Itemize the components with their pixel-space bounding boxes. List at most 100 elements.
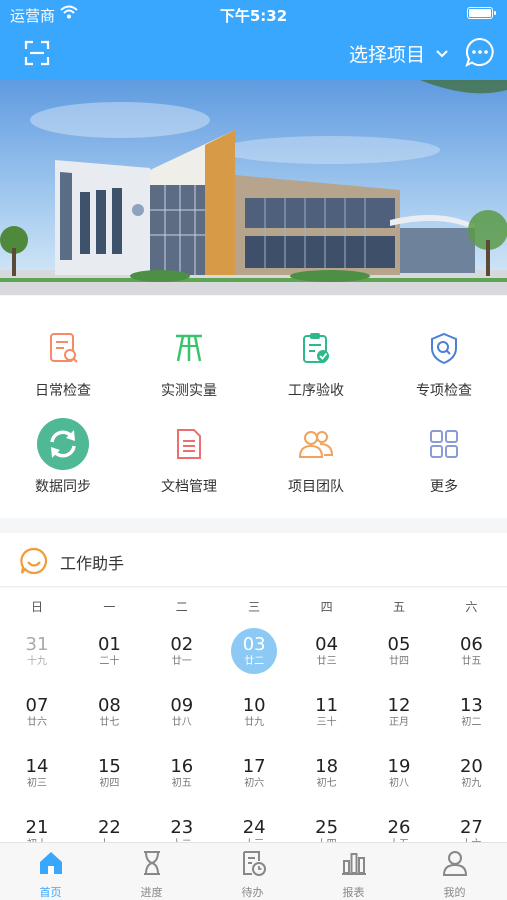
day-number: 19: [387, 756, 411, 777]
calendar-day-today[interactable]: 03 廿二: [218, 628, 290, 674]
report-icon: [341, 853, 366, 875]
day-number: 27: [459, 817, 483, 838]
calendar-day[interactable]: 15 初四: [73, 756, 145, 790]
tab-home[interactable]: 首页: [0, 849, 101, 900]
menu-sync[interactable]: 数据同步: [0, 418, 126, 496]
menu-documents[interactable]: 文档管理: [126, 418, 252, 496]
menu-label: 项目团队: [288, 479, 344, 495]
lunar-date: 廿六: [27, 717, 47, 728]
lunar-date: 廿七: [99, 717, 120, 728]
menu-special-check[interactable]: 专项检查: [381, 322, 507, 400]
lunar-date: 廿二: [244, 656, 265, 667]
day-number: 08: [97, 695, 121, 716]
tab-label: 进度: [140, 886, 163, 899]
menu-label: 实测实量: [161, 383, 217, 399]
team-icon: [298, 431, 334, 458]
project-select[interactable]: 选择项目: [349, 40, 449, 67]
weekday-label: 五: [392, 600, 405, 614]
tab-todo[interactable]: 待办: [202, 849, 303, 900]
calendar-day[interactable]: 11 三十: [291, 695, 363, 729]
lunar-date: 初七: [316, 778, 337, 789]
tab-label: 待办: [241, 886, 264, 899]
lunar-date: 正月: [389, 717, 409, 728]
lunar-date: 初八: [389, 778, 409, 789]
lunar-date: 三十: [316, 717, 337, 728]
menu-acceptance[interactable]: 工序验收: [253, 322, 379, 400]
menu-more[interactable]: 更多: [381, 418, 507, 496]
menu-team[interactable]: 项目团队: [253, 418, 379, 496]
calendar-day[interactable]: 08 廿七: [73, 695, 145, 729]
calendar-day[interactable]: 21初十: [1, 817, 73, 844]
day-number: 15: [97, 756, 121, 777]
calendar-day[interactable]: 24十三: [218, 817, 290, 844]
day-number: 03: [242, 634, 266, 655]
scan-icon[interactable]: [24, 40, 50, 66]
chevron-down-icon: [436, 49, 448, 57]
tab-label: 报表: [342, 886, 365, 899]
calendar-day[interactable]: 09 廿八: [146, 695, 218, 729]
work-assistant-title: 工作助手: [60, 554, 125, 573]
calendar-day[interactable]: 19 初八: [363, 756, 435, 790]
day-number: 31: [25, 634, 49, 655]
weekday-label: 一: [103, 600, 116, 614]
daily-check-icon: [50, 333, 78, 363]
calendar-day[interactable]: 27十六: [435, 817, 507, 844]
tab-profile[interactable]: 我的: [404, 849, 505, 900]
status-time: 下午5:32: [219, 7, 288, 25]
todo-icon: [242, 851, 266, 876]
calendar-day[interactable]: 02 廿一: [146, 634, 218, 668]
day-number: 04: [315, 634, 339, 655]
lunar-date: 十九: [27, 656, 47, 667]
calendar-day[interactable]: 20 初九: [435, 756, 507, 790]
day-number: 17: [242, 756, 266, 777]
calendar-day[interactable]: 18 初七: [291, 756, 363, 790]
project-banner-image[interactable]: [0, 80, 507, 295]
message-icon[interactable]: [465, 37, 495, 67]
lunar-date: 廿一: [171, 656, 192, 667]
calendar-day[interactable]: 22十一: [73, 817, 145, 844]
calendar-day[interactable]: 12 正月: [363, 695, 435, 729]
day-number: 20: [459, 756, 483, 777]
calendar-day[interactable]: 17 初六: [218, 756, 290, 790]
day-number: 22: [97, 817, 121, 838]
calendar-day[interactable]: 23十二: [146, 817, 218, 844]
calendar-day[interactable]: 05 廿四: [363, 634, 435, 668]
lunar-date: 初四: [99, 778, 120, 789]
lunar-date: 初六: [244, 778, 265, 789]
tab-report[interactable]: 报表: [303, 849, 404, 900]
calendar-day[interactable]: 16 初五: [146, 756, 218, 790]
calendar-day[interactable]: 26十五: [363, 817, 435, 844]
calendar-day[interactable]: 04 廿三: [291, 634, 363, 668]
status-bar: 运营商 下午5:32: [0, 0, 507, 28]
calendar-day[interactable]: 06 廿五: [435, 634, 507, 668]
calendar-day[interactable]: 14 初三: [1, 756, 73, 790]
day-number: 06: [459, 634, 483, 655]
calendar-day[interactable]: 01 二十: [73, 634, 145, 668]
tab-progress[interactable]: 进度: [101, 849, 202, 900]
lunar-date: 廿三: [316, 656, 337, 667]
day-number: 11: [315, 695, 339, 716]
lunar-date: 初九: [461, 778, 482, 789]
menu-daily-check[interactable]: 日常检查: [0, 322, 126, 400]
special-check-icon: [431, 332, 457, 365]
project-select-label: 选择项目: [348, 44, 425, 66]
menu-measure[interactable]: 实测实量: [126, 322, 252, 400]
day-number: 23: [170, 817, 194, 838]
weekday-label: 二: [175, 600, 188, 614]
day-number: 13: [459, 695, 483, 716]
work-assistant-header: 工作助手: [0, 533, 507, 587]
day-number: 10: [242, 695, 266, 716]
menu-label: 工序验收: [288, 383, 344, 399]
function-menu: 日常检查 实测实量 工序验收 专项检查 数据同步 文档管理 项目团队 更多: [0, 296, 507, 518]
day-number: 01: [97, 634, 121, 655]
weekday-label: 六: [465, 600, 478, 614]
calendar-day[interactable]: 31 十九: [1, 634, 73, 668]
menu-label: 专项检查: [416, 383, 472, 399]
calendar-day[interactable]: 10 廿九: [218, 695, 290, 729]
calendar-day[interactable]: 13 初二: [435, 695, 507, 729]
lunar-date: 廿五: [461, 656, 482, 667]
calendar-day[interactable]: 25十四: [291, 817, 363, 844]
lunar-date: 初二: [461, 717, 482, 728]
day-number: 14: [25, 756, 49, 777]
calendar-day[interactable]: 07 廿六: [1, 695, 73, 729]
